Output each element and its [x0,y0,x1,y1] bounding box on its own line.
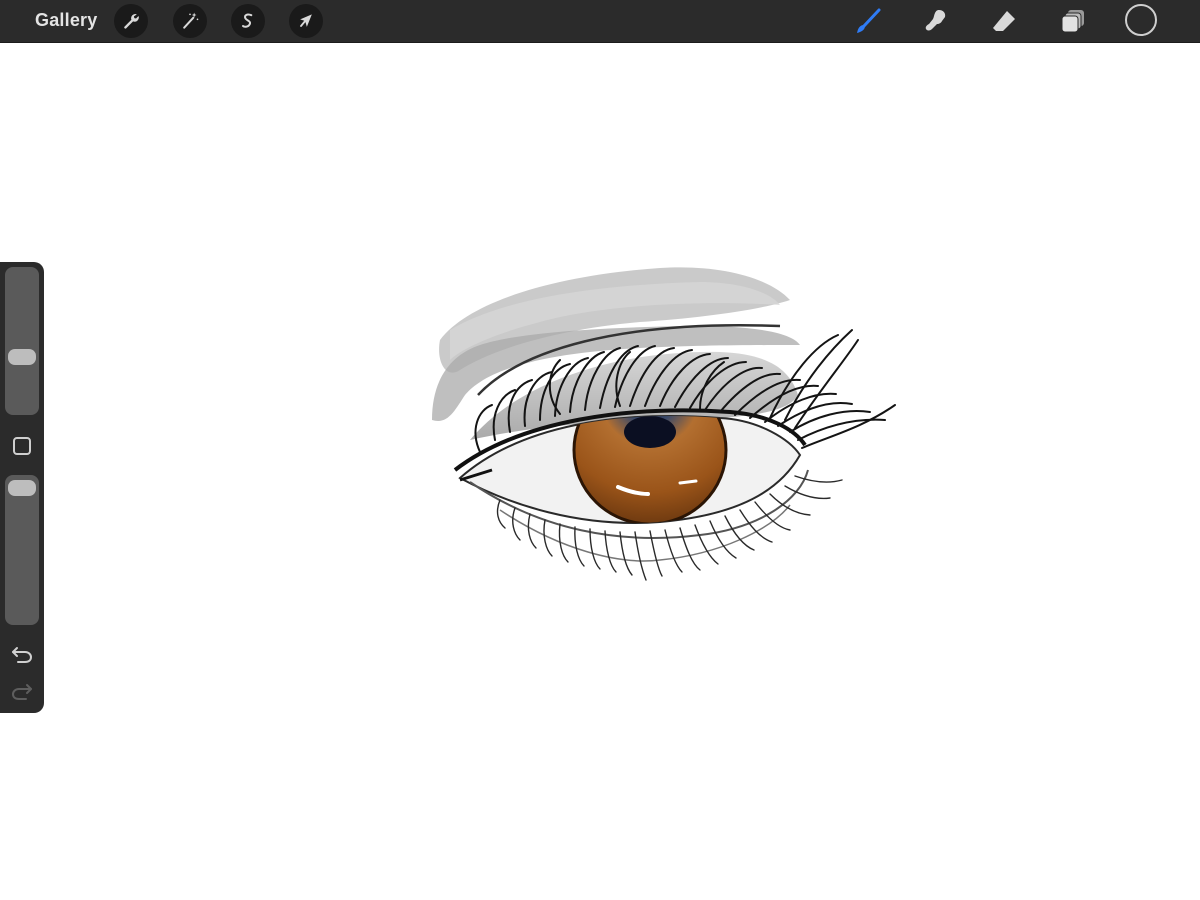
undo-icon [12,647,33,663]
brush-size-slider[interactable] [5,267,39,415]
undo-button[interactable] [10,643,34,665]
opacity-thumb[interactable] [8,480,36,496]
redo-icon [11,684,32,700]
brush-size-thumb[interactable] [8,349,36,365]
modify-square-icon[interactable] [13,437,31,455]
brush-sidebar [0,262,44,713]
opacity-slider[interactable] [5,475,39,625]
eye-artwork [432,267,896,581]
redo-button[interactable] [10,680,34,702]
